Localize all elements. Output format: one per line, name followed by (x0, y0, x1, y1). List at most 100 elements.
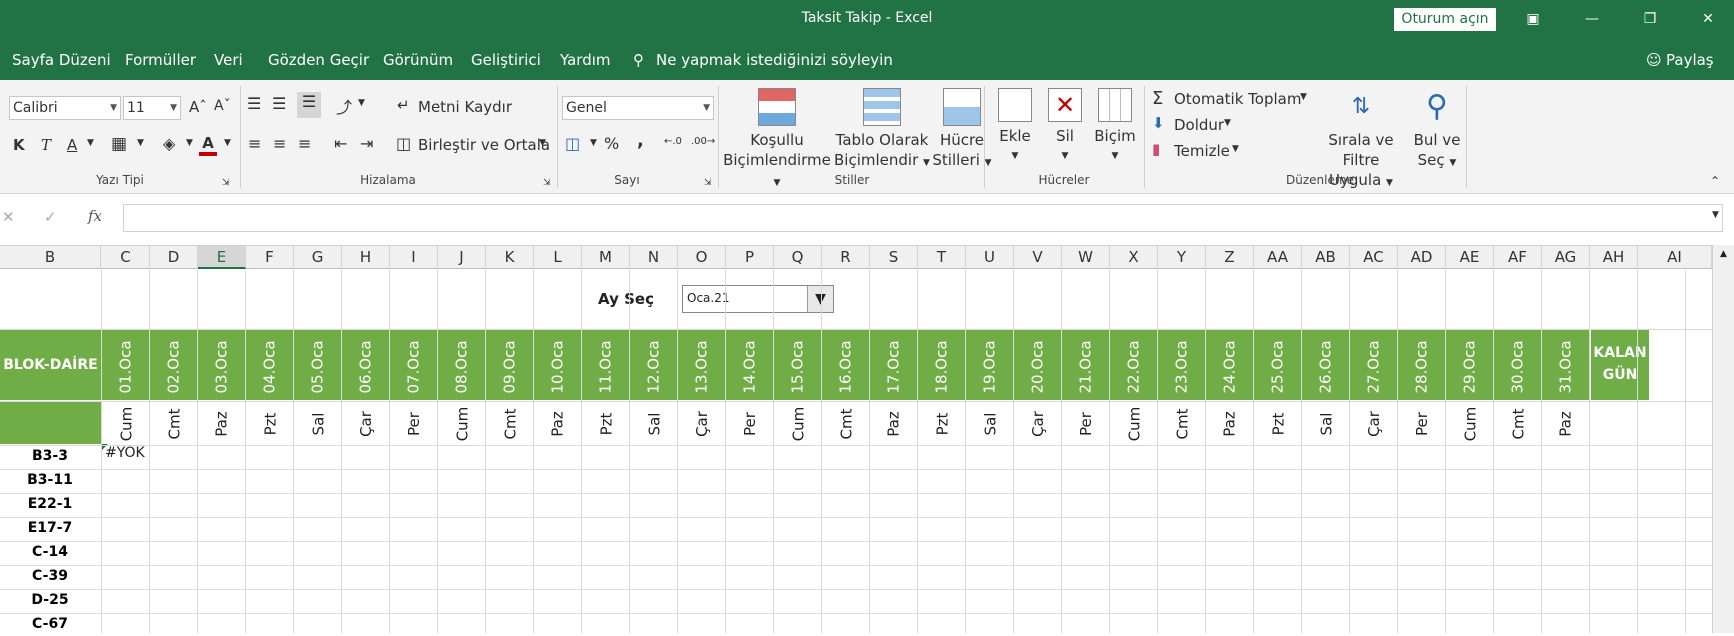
merge-center-button[interactable]: Birleştir ve Ortala (418, 136, 550, 154)
align-right-icon[interactable]: ≡ (298, 134, 311, 153)
grow-font-icon[interactable]: Aˆ (189, 98, 207, 116)
dialog-launcher-icon[interactable]: ⇲ (704, 178, 712, 188)
insert-function-button[interactable]: fx (88, 207, 102, 225)
tab-developer[interactable]: Geliştirici (471, 51, 541, 69)
font-name-select[interactable]: Calibri ▼ (9, 96, 121, 120)
gridline (773, 270, 774, 633)
row-label[interactable]: E22-1 (0, 492, 100, 516)
row-label[interactable]: C-39 (0, 564, 100, 588)
currency-icon[interactable]: ◫ (565, 134, 580, 153)
chevron-down-icon[interactable]: ▼ (590, 138, 597, 148)
fill-color-icon[interactable]: ◈ (163, 134, 175, 153)
decrease-decimal-icon[interactable]: .00→ (691, 136, 715, 147)
align-left-icon[interactable]: ≡ (248, 134, 261, 153)
scroll-up-icon[interactable]: ▲ (1713, 245, 1734, 259)
font-size-select[interactable]: 11 ▼ (123, 96, 181, 120)
formula-input[interactable] (123, 204, 1723, 232)
format-as-table-button[interactable]: Tablo Olarak Biçimlendir ▼ (832, 88, 932, 173)
wrap-text-icon[interactable]: ↵ (397, 96, 410, 114)
chevron-down-icon[interactable]: ▼ (87, 138, 94, 148)
underline-button[interactable]: A (67, 136, 77, 154)
orientation-icon[interactable]: ⤴ (336, 94, 352, 118)
tab-review[interactable]: Gözden Geçir (268, 51, 369, 69)
cell-styles-button[interactable]: Hücre Stilleri ▼ (932, 88, 992, 173)
cancel-icon[interactable]: ✕ (2, 208, 15, 226)
align-middle-icon[interactable]: ☰ (272, 94, 286, 113)
gridline (0, 517, 1712, 518)
increase-decimal-icon[interactable]: ←.0 (664, 136, 682, 147)
row-label[interactable]: D-25 (0, 588, 100, 612)
gridline (1685, 270, 1686, 633)
chevron-down-icon[interactable]: ▼ (358, 98, 365, 108)
decrease-indent-icon[interactable]: ⇤ (334, 134, 347, 153)
day-text: Per (1077, 412, 1095, 436)
close-icon[interactable]: ✕ (1688, 6, 1728, 32)
clear-button[interactable]: Temizle (1174, 142, 1230, 160)
chevron-down-icon[interactable]: ▼ (1224, 118, 1231, 128)
chevron-down-icon: ▼ (923, 158, 930, 168)
minimize-icon[interactable]: — (1572, 6, 1612, 32)
table-format-label-1: Tablo Olarak (835, 131, 929, 149)
tell-me-box[interactable]: Ne yapmak istediğinizi söyleyin (656, 51, 893, 69)
gridline (245, 270, 246, 633)
enter-icon[interactable]: ✓ (44, 208, 57, 226)
row-label[interactable]: E17-7 (0, 516, 100, 540)
row-label[interactable]: B3-3 (0, 444, 100, 468)
chevron-down-icon[interactable]: ▼ (137, 138, 144, 148)
find-select-button[interactable]: ⚲ Bul ve Seç ▼ (1412, 88, 1462, 173)
tab-formulas[interactable]: Formüller (125, 51, 196, 69)
dialog-launcher-icon[interactable]: ⇲ (222, 178, 230, 188)
tab-data[interactable]: Veri (214, 51, 243, 69)
wrap-text-button[interactable]: Metni Kaydır (418, 98, 512, 116)
merge-center-icon[interactable]: ◫ (396, 134, 411, 153)
chevron-down-icon[interactable]: ▼ (1232, 144, 1239, 154)
tab-page-layout[interactable]: Sayfa Düzeni (12, 51, 111, 69)
collapse-ribbon-icon[interactable]: ⌃ (1710, 174, 1720, 188)
blok-daire-subheader (0, 402, 101, 444)
day-text: Per (741, 412, 759, 436)
align-bottom-icon[interactable]: ☰ (297, 92, 321, 118)
day-header: Cum (774, 402, 822, 446)
month-dropdown[interactable]: Oca.21 ▼ (682, 285, 834, 313)
align-center-icon[interactable]: ≡ (273, 134, 286, 153)
increase-indent-icon[interactable]: ⇥ (360, 134, 373, 153)
day-header: Per (390, 402, 438, 446)
row-label[interactable]: B3-11 (0, 468, 100, 492)
signin-button[interactable]: Oturum açın (1394, 8, 1496, 31)
borders-icon[interactable]: ▦ (111, 134, 127, 154)
autosum-button[interactable]: Otomatik Toplam (1174, 90, 1301, 108)
gridline (1061, 270, 1062, 633)
tab-help[interactable]: Yardım (560, 51, 611, 69)
percent-button[interactable]: % (604, 134, 619, 153)
dialog-launcher-icon[interactable]: ⇲ (543, 178, 551, 188)
delete-cells-button[interactable]: ✕ Sil ▼ (1040, 88, 1090, 166)
day-header: Çar (1014, 402, 1062, 446)
ribbon-display-icon[interactable]: ▣ (1513, 6, 1553, 32)
format-cells-button[interactable]: Biçim ▼ (1090, 88, 1140, 166)
restore-icon[interactable]: ❐ (1630, 6, 1670, 32)
number-format-select[interactable]: Genel ▼ (562, 96, 714, 120)
align-top-icon[interactable]: ☰ (247, 94, 261, 113)
date-header: 28.Oca (1398, 332, 1446, 402)
row-label[interactable]: C-67 (0, 612, 100, 636)
expand-formula-icon[interactable]: ▼ (1712, 210, 1719, 220)
chevron-down-icon[interactable]: ▼ (807, 286, 833, 312)
row-label[interactable]: C-14 (0, 540, 100, 564)
fill-button[interactable]: Doldur (1174, 116, 1224, 134)
italic-button[interactable]: T (41, 136, 51, 154)
font-color-icon[interactable]: A (199, 134, 217, 156)
insert-cells-button[interactable]: Ekle ▼ (990, 88, 1040, 166)
vertical-scrollbar[interactable]: ▲ (1712, 245, 1734, 633)
share-button[interactable]: Paylaş (1666, 51, 1714, 69)
date-header: 03.Oca (198, 332, 246, 402)
chevron-down-icon[interactable]: ▼ (224, 138, 231, 148)
bold-button[interactable]: K (13, 136, 25, 154)
shrink-font-icon[interactable]: Aˇ (214, 98, 231, 114)
comma-button[interactable]: , (637, 130, 644, 151)
chevron-down-icon[interactable]: ▼ (539, 138, 546, 148)
tab-view[interactable]: Görünüm (383, 51, 453, 69)
kalan-label: KALAN (1593, 345, 1647, 361)
cell-c-first[interactable]: #YOK (105, 445, 145, 461)
chevron-down-icon[interactable]: ▼ (186, 138, 193, 148)
chevron-down-icon[interactable]: ▼ (1300, 92, 1307, 102)
